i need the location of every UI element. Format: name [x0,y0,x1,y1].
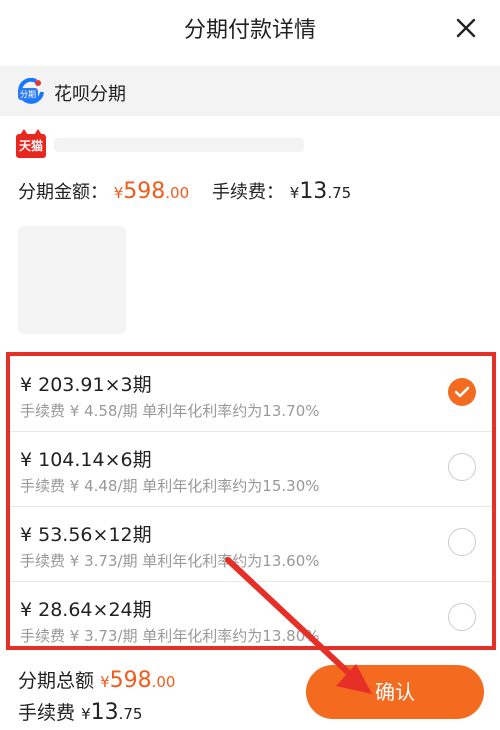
tmall-badge: 天猫 [16,129,46,158]
product-title-placeholder [54,138,304,152]
plan-option-6[interactable]: ¥ 104.14×6期 手续费 ¥ 4.48/期 单利年化利率约为15.30% [10,431,492,507]
total-amount-label: 分期总额 [18,670,95,692]
footer-fee-line: 手续费 ¥13.75 [18,698,142,725]
radio-unchecked-icon[interactable] [448,528,476,556]
payment-method-label: 花呗分期 [54,84,126,105]
total-amount-value: ¥598.00 [100,668,176,693]
plan-fee-info: 手续费 ¥ 4.48/期 单利年化利率约为15.30% [20,477,320,495]
installment-amount-value: ¥598.00 [113,179,190,204]
payment-method-bar: 分期 花呗分期 [0,66,500,116]
product-thumbnail [18,226,126,334]
total-amount-line: 分期总额 ¥598.00 [18,666,175,693]
fee-label: 手续费： [212,182,285,203]
plan-option-12[interactable]: ¥ 53.56×12期 手续费 ¥ 3.73/期 单利年化利率约为13.60% [10,506,492,582]
plan-amount: ¥ 53.56×12期 [20,524,152,546]
footer-fee-value: ¥13.75 [81,700,143,725]
plan-fee-info: 手续费 ¥ 3.73/期 单利年化利率约为13.80% [20,627,320,645]
check-icon[interactable] [448,378,476,406]
installment-amount-label: 分期金额： [18,182,108,203]
huabei-logo-icon: 分期 [16,77,44,104]
plan-amount: ¥ 28.64×24期 [20,599,152,621]
fee-value: ¥13.75 [289,179,352,204]
confirm-button[interactable]: 确认 [306,665,484,719]
radio-unchecked-icon[interactable] [448,453,476,481]
installment-plan-list: ¥ 203.91×3期 手续费 ¥ 4.58/期 单利年化利率约为13.70% … [6,352,496,650]
plan-fee-info: 手续费 ¥ 3.73/期 单利年化利率约为13.60% [20,552,320,570]
plan-fee-info: 手续费 ¥ 4.58/期 单利年化利率约为13.70% [20,402,320,420]
plan-option-24[interactable]: ¥ 28.64×24期 手续费 ¥ 3.73/期 单利年化利率约为13.80% [10,581,492,656]
plan-amount: ¥ 104.14×6期 [20,449,152,471]
plan-amount: ¥ 203.91×3期 [20,374,152,396]
footer-fee-label: 手续费 [18,702,76,724]
header: 分期付款详情 [0,0,500,60]
close-icon[interactable] [452,14,480,42]
plan-option-3[interactable]: ¥ 203.91×3期 手续费 ¥ 4.58/期 单利年化利率约为13.70% [10,356,492,432]
radio-unchecked-icon[interactable] [448,603,476,631]
page-title: 分期付款详情 [183,18,316,43]
installment-summary: 分期金额： ¥598.00 手续费： ¥13.75 [18,178,351,204]
logo-text: 分期 [20,90,36,99]
